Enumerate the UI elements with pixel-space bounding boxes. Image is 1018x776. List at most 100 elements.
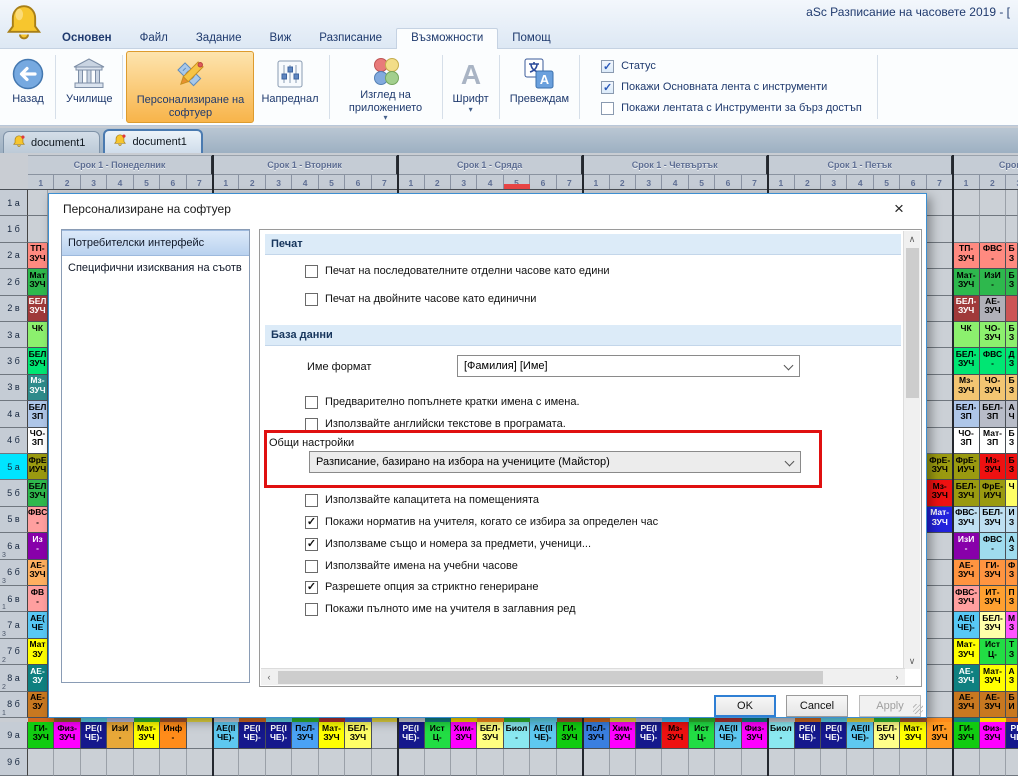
lesson-cell[interactable]: Мз-ЗУЧ (927, 480, 953, 506)
name-format-combobox[interactable]: [Фамилия] [Име] (457, 355, 800, 377)
lesson-cell[interactable] (319, 749, 345, 776)
lesson-cell[interactable] (927, 322, 953, 348)
lesson-cell[interactable]: ГИ-ЗУЧ (28, 722, 54, 749)
lesson-cell[interactable]: Мат-ЗП (980, 428, 1006, 454)
period-header[interactable]: 6 (530, 175, 556, 190)
row-label[interactable]: 7 б2 (0, 639, 28, 665)
lesson-cell[interactable]: ПсЛ-ЗУЧ (583, 722, 609, 749)
lesson-cell[interactable] (187, 722, 213, 749)
day-header-4[interactable]: Срок 1 - Петък (768, 155, 953, 175)
lesson-cell[interactable] (451, 749, 477, 776)
lesson-cell[interactable]: ЧО-ЗП (953, 428, 979, 454)
lesson-cell[interactable]: ФВС-ЗУЧ (953, 507, 979, 533)
ribbon-tab-6[interactable]: Помощ (498, 29, 564, 48)
lesson-cell[interactable]: БЕЛЗУЧ (28, 348, 48, 374)
lesson-cell[interactable] (213, 749, 239, 776)
dialog-checkbox[interactable]: Използвайте капацитета на помещенията (305, 492, 539, 508)
lesson-cell[interactable]: Физ-ЗУЧ (980, 722, 1006, 749)
lesson-cell[interactable]: Биол- (504, 722, 530, 749)
dialog-checkbox[interactable]: ✓Използваме също и номера за предмети, у… (305, 536, 591, 552)
lesson-cell[interactable]: АЕ-ЗУ (28, 692, 48, 718)
lesson-cell[interactable]: АЕ(IIЧЕ)- (847, 722, 873, 749)
period-header[interactable]: 6 (160, 175, 186, 190)
lesson-cell[interactable]: Мат-ЗУЧ (953, 639, 979, 665)
period-header[interactable]: 6 (900, 175, 926, 190)
lesson-cell[interactable] (477, 749, 503, 776)
lesson-cell[interactable]: БЕЛ-ЗУЧ (980, 612, 1006, 638)
lesson-cell[interactable]: МатЗУЧ (28, 269, 48, 295)
dialog-checkbox[interactable]: Използвайте имена на учебни часове (305, 558, 518, 574)
period-header[interactable]: 5 (874, 175, 900, 190)
lesson-cell[interactable] (847, 749, 873, 776)
lesson-cell[interactable]: ФВС- (28, 507, 48, 533)
lesson-cell[interactable]: Мз-ЗУЧ (662, 722, 688, 749)
lesson-cell[interactable]: ТЗ (1006, 639, 1018, 665)
lesson-cell[interactable]: АЕ(IIЧЕ)- (715, 722, 741, 749)
ribbon-button-customize[interactable]: Персонализиране на софтуер (126, 51, 254, 123)
lesson-cell[interactable]: Мат-ЗУЧ (134, 722, 160, 749)
lesson-cell[interactable]: БЕЛЗП (28, 401, 48, 427)
lesson-cell[interactable] (953, 749, 979, 776)
lesson-cell[interactable] (927, 533, 953, 559)
lesson-cell[interactable] (1006, 190, 1018, 216)
ribbon-tab-1[interactable]: Файл (126, 29, 182, 48)
period-header[interactable]: 2 (239, 175, 265, 190)
scroll-down-icon[interactable]: ∨ (904, 653, 920, 669)
lesson-cell[interactable]: БЗ (1006, 269, 1018, 295)
row-label[interactable]: 5 в (0, 507, 28, 533)
lesson-cell[interactable] (662, 749, 688, 776)
day-header-5[interactable]: Срок 1 - Понеделник (953, 155, 1018, 175)
period-header[interactable]: 3 (451, 175, 477, 190)
lesson-cell[interactable]: Мат-ЗУЧ (319, 722, 345, 749)
lesson-cell[interactable]: ЧО-ЗУЧ (980, 375, 1006, 401)
day-header-2[interactable]: Срок 1 - Сряда (398, 155, 583, 175)
lesson-cell[interactable]: РЕ(IЧЕ)- (636, 722, 662, 749)
period-header[interactable]: 2 (54, 175, 80, 190)
lesson-cell[interactable] (874, 749, 900, 776)
document-tab-1[interactable]: document1 (103, 129, 202, 153)
row-label[interactable]: 6 в1 (0, 586, 28, 612)
lesson-cell[interactable]: ЧК (953, 322, 979, 348)
lesson-cell[interactable]: БЕЛ-ЗУЧ (953, 480, 979, 506)
row-label[interactable]: 1 а (0, 190, 28, 216)
vertical-scrollbar[interactable]: ∧ ∨ (903, 231, 920, 669)
lesson-cell[interactable]: БЗ (1006, 428, 1018, 454)
lesson-cell[interactable]: ФрЕ-ИУЧ (980, 480, 1006, 506)
row-label[interactable]: 5 б (0, 480, 28, 506)
lesson-cell[interactable]: ПЗ (1006, 586, 1018, 612)
category-item-0[interactable]: Потребителски интерфейс (62, 230, 249, 256)
row-label[interactable]: 6 б3 (0, 560, 28, 586)
lesson-cell[interactable]: ФВС- (980, 348, 1006, 374)
period-header[interactable]: 5 (134, 175, 160, 190)
lesson-cell[interactable]: Мат-ЗУЧ (900, 722, 926, 749)
lesson-cell[interactable] (927, 639, 953, 665)
ribbon-tab-4[interactable]: Разписание (305, 29, 396, 48)
lesson-cell[interactable] (636, 749, 662, 776)
lesson-cell[interactable] (689, 749, 715, 776)
lesson-cell[interactable]: ФрЕ-ИУЧ (953, 454, 979, 480)
period-header[interactable]: 3 (81, 175, 107, 190)
lesson-cell[interactable]: ТП-ЗУЧ (28, 243, 48, 269)
period-header[interactable]: 4 (477, 175, 503, 190)
lesson-cell[interactable]: ФВС-ЗУЧ (953, 586, 979, 612)
lesson-cell[interactable] (504, 749, 530, 776)
lesson-cell[interactable] (821, 749, 847, 776)
row-label[interactable]: 2 а (0, 243, 28, 269)
lesson-cell[interactable]: ИзИ- (953, 533, 979, 559)
lesson-cell[interactable] (742, 749, 768, 776)
lesson-cell[interactable]: БИ (1006, 692, 1018, 718)
lesson-cell[interactable]: БЕЛ-ЗП (953, 401, 979, 427)
lesson-cell[interactable]: ИТ-ЗУЧ (927, 722, 953, 749)
period-header[interactable]: 2 (795, 175, 821, 190)
period-header[interactable]: 3 (266, 175, 292, 190)
lesson-cell[interactable]: БЕЛЗУЧ (28, 480, 48, 506)
period-header[interactable]: 1 (953, 175, 979, 190)
lesson-cell[interactable]: РЕ(IЧЕ)- (266, 722, 292, 749)
lesson-cell[interactable]: АЕ-ЗУЧ (980, 296, 1006, 322)
ribbon-button-app-view[interactable]: Изглед на приложението▾ (333, 51, 439, 123)
lesson-cell[interactable]: ГИ-ЗУЧ (953, 722, 979, 749)
period-header[interactable]: 1 (768, 175, 794, 190)
row-label[interactable]: 9 б (0, 749, 28, 776)
lesson-cell[interactable]: АЕ(IЧЕ)- (953, 612, 979, 638)
lesson-cell[interactable] (795, 749, 821, 776)
